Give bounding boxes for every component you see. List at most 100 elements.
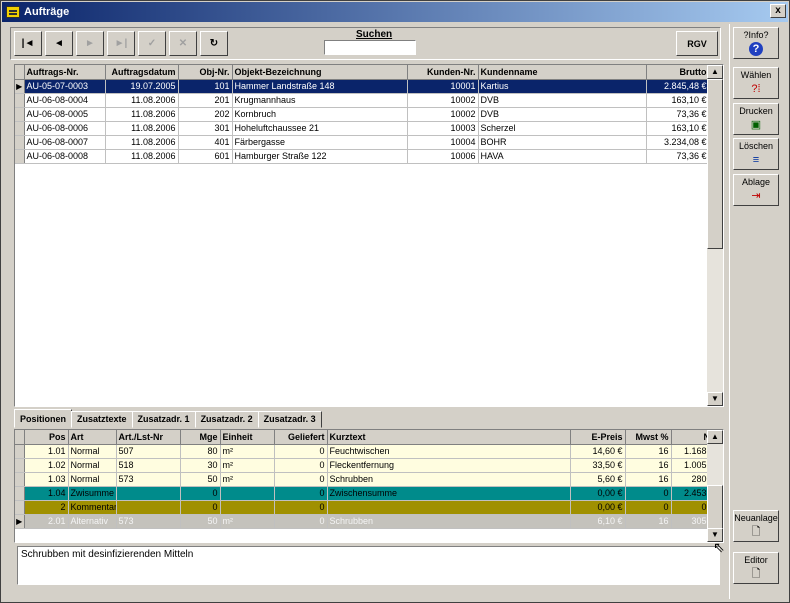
table-cell[interactable] <box>327 500 571 515</box>
row-indicator[interactable] <box>15 149 25 164</box>
table-row[interactable]: ▶ 2.01 Alternativ 573 50 m² 0 Schrubben 6,10 €16… <box>15 514 723 529</box>
table-cell[interactable]: Färbergasse <box>232 135 408 150</box>
table-cell[interactable]: 201 <box>178 93 233 108</box>
table-cell[interactable]: m² <box>220 514 275 529</box>
table-cell[interactable]: 73,36 € <box>646 149 710 164</box>
orders-column-header[interactable]: Obj-Nr. <box>178 65 233 80</box>
table-cell[interactable]: 573 <box>116 472 181 487</box>
table-cell[interactable]: 10002 <box>407 107 479 122</box>
select-button[interactable]: Wählen ?⁞ <box>733 67 779 99</box>
table-cell[interactable]: 0 <box>274 458 328 473</box>
table-cell[interactable]: Schrubben <box>327 472 571 487</box>
table-cell[interactable]: BOHR <box>478 135 647 150</box>
search-input[interactable] <box>324 40 416 55</box>
table-cell[interactable]: 10003 <box>407 121 479 136</box>
row-indicator[interactable] <box>15 472 25 487</box>
row-indicator[interactable]: ▶ <box>15 79 25 94</box>
table-cell[interactable]: 33,50 € <box>570 458 626 473</box>
table-cell[interactable]: m² <box>220 444 275 459</box>
orders-column-header[interactable]: Objekt-Bezeichnung <box>232 65 408 80</box>
table-cell[interactable]: AU-06-08-0008 <box>24 149 106 164</box>
table-cell[interactable]: 202 <box>178 107 233 122</box>
table-cell[interactable]: 573 <box>116 514 181 529</box>
table-cell[interactable]: 0 <box>274 500 328 515</box>
table-cell[interactable]: 1.01 <box>24 444 69 459</box>
orders-scrollbar[interactable]: ▲ ▼ <box>707 65 723 406</box>
positions-column-header[interactable]: Geliefert <box>274 430 328 445</box>
table-cell[interactable]: 1.04 <box>24 486 69 501</box>
row-indicator[interactable] <box>15 121 25 136</box>
save-record-button[interactable]: ✓ <box>138 31 166 56</box>
table-cell[interactable]: 518 <box>116 458 181 473</box>
table-cell[interactable]: Fleckentfernung <box>327 458 571 473</box>
row-indicator[interactable] <box>15 93 25 108</box>
positions-column-header[interactable]: Art./Lst-Nr <box>116 430 181 445</box>
archive-button[interactable]: Ablage ⇥ <box>733 174 779 206</box>
orders-column-header[interactable]: Brutto <box>646 65 710 80</box>
positions-column-header[interactable]: Art <box>68 430 117 445</box>
first-record-button[interactable]: |◄ <box>14 31 42 56</box>
table-cell[interactable]: HAVA <box>478 149 647 164</box>
table-cell[interactable]: AU-06-08-0007 <box>24 135 106 150</box>
tab-zusatzadr-2[interactable]: Zusatzadr. 2 <box>194 411 259 428</box>
table-cell[interactable]: 1.03 <box>24 472 69 487</box>
orders-column-header[interactable]: Auftrags-Nr. <box>24 65 106 80</box>
positions-column-header[interactable]: Pos <box>24 430 69 445</box>
table-row[interactable]: ▶ AU-05-07-0003 19.07.2005 101 Hammer Landst… <box>15 79 710 94</box>
table-cell[interactable]: Normal <box>68 444 117 459</box>
positions-column-header[interactable]: Mge <box>180 430 221 445</box>
tab-zusatzadr-3[interactable]: Zusatzadr. 3 <box>257 411 322 428</box>
table-cell[interactable]: Krugmannhaus <box>232 93 408 108</box>
table-cell[interactable]: AU-06-08-0004 <box>24 93 106 108</box>
table-cell[interactable]: 10002 <box>407 93 479 108</box>
info-button[interactable]: ?Info? ? <box>733 27 779 59</box>
table-cell[interactable]: 11.08.2006 <box>105 93 179 108</box>
table-cell[interactable]: AU-05-07-0003 <box>24 79 106 94</box>
table-cell[interactable]: 0 <box>274 472 328 487</box>
rgv-button[interactable]: RGV <box>676 31 718 56</box>
table-cell[interactable]: 0 <box>180 500 221 515</box>
table-row[interactable]: 1.03 Normal 573 50 m² 0 Schrubben 5,60 €16 280,0… <box>15 472 723 487</box>
table-cell[interactable]: 11.08.2006 <box>105 135 179 150</box>
table-cell[interactable]: m² <box>220 472 275 487</box>
next-record-button[interactable]: ► <box>76 31 104 56</box>
scroll-thumb[interactable] <box>707 79 723 249</box>
table-row[interactable]: AU-06-08-0006 11.08.2006 301 Hoheluftchauss… <box>15 121 710 136</box>
table-cell[interactable]: Schrubben <box>327 514 571 529</box>
table-cell[interactable]: 5,60 € <box>570 472 626 487</box>
table-row[interactable]: 2Kommentar000,00 €00,00 € <box>15 500 723 515</box>
row-indicator[interactable]: ▶ <box>15 514 25 529</box>
table-cell[interactable]: 16 <box>625 514 672 529</box>
memo-text[interactable]: Schrubben mit desinfizierenden Mitteln <box>17 546 720 585</box>
table-row[interactable]: AU-06-08-0007 11.08.2006 401 Färbergasse 100… <box>15 135 710 150</box>
table-cell[interactable]: 11.08.2006 <box>105 149 179 164</box>
table-cell[interactable]: 50 <box>180 472 221 487</box>
table-cell[interactable]: 10001 <box>407 79 479 94</box>
row-indicator[interactable] <box>15 486 25 501</box>
table-cell[interactable]: 6,10 € <box>570 514 626 529</box>
table-cell[interactable]: 0 <box>625 486 672 501</box>
table-row[interactable]: 1.01 Normal 507 80 m² 0 Feuchtwischen 14,60 €16… <box>15 444 723 459</box>
table-cell[interactable]: Normal <box>68 458 117 473</box>
table-cell[interactable]: 101 <box>178 79 233 94</box>
table-cell[interactable]: Kommentar <box>68 500 117 515</box>
row-indicator[interactable] <box>15 444 25 459</box>
close-button[interactable]: x <box>770 4 786 18</box>
table-cell[interactable] <box>116 486 181 501</box>
positions-column-header[interactable]: E-Preis <box>570 430 626 445</box>
table-cell[interactable]: 0,00 € <box>570 486 626 501</box>
table-cell[interactable]: AU-06-08-0005 <box>24 107 106 122</box>
table-cell[interactable]: 401 <box>178 135 233 150</box>
table-cell[interactable] <box>116 500 181 515</box>
print-button[interactable]: Drucken ▣ <box>733 103 779 135</box>
table-cell[interactable]: Hoheluftchaussee 21 <box>232 121 408 136</box>
table-cell[interactable]: 0 <box>625 500 672 515</box>
scroll-down-icon[interactable]: ▼ <box>707 392 723 406</box>
table-cell[interactable]: DVB <box>478 93 647 108</box>
table-row[interactable]: AU-06-08-0005 11.08.2006 202 Kornbruch 10002… <box>15 107 710 122</box>
table-row[interactable]: AU-06-08-0004 11.08.2006 201 Krugmannhaus 10… <box>15 93 710 108</box>
table-cell[interactable]: 14,60 € <box>570 444 626 459</box>
table-cell[interactable]: AU-06-08-0006 <box>24 121 106 136</box>
scroll-up-icon[interactable]: ▲ <box>707 65 723 79</box>
table-cell[interactable]: 301 <box>178 121 233 136</box>
